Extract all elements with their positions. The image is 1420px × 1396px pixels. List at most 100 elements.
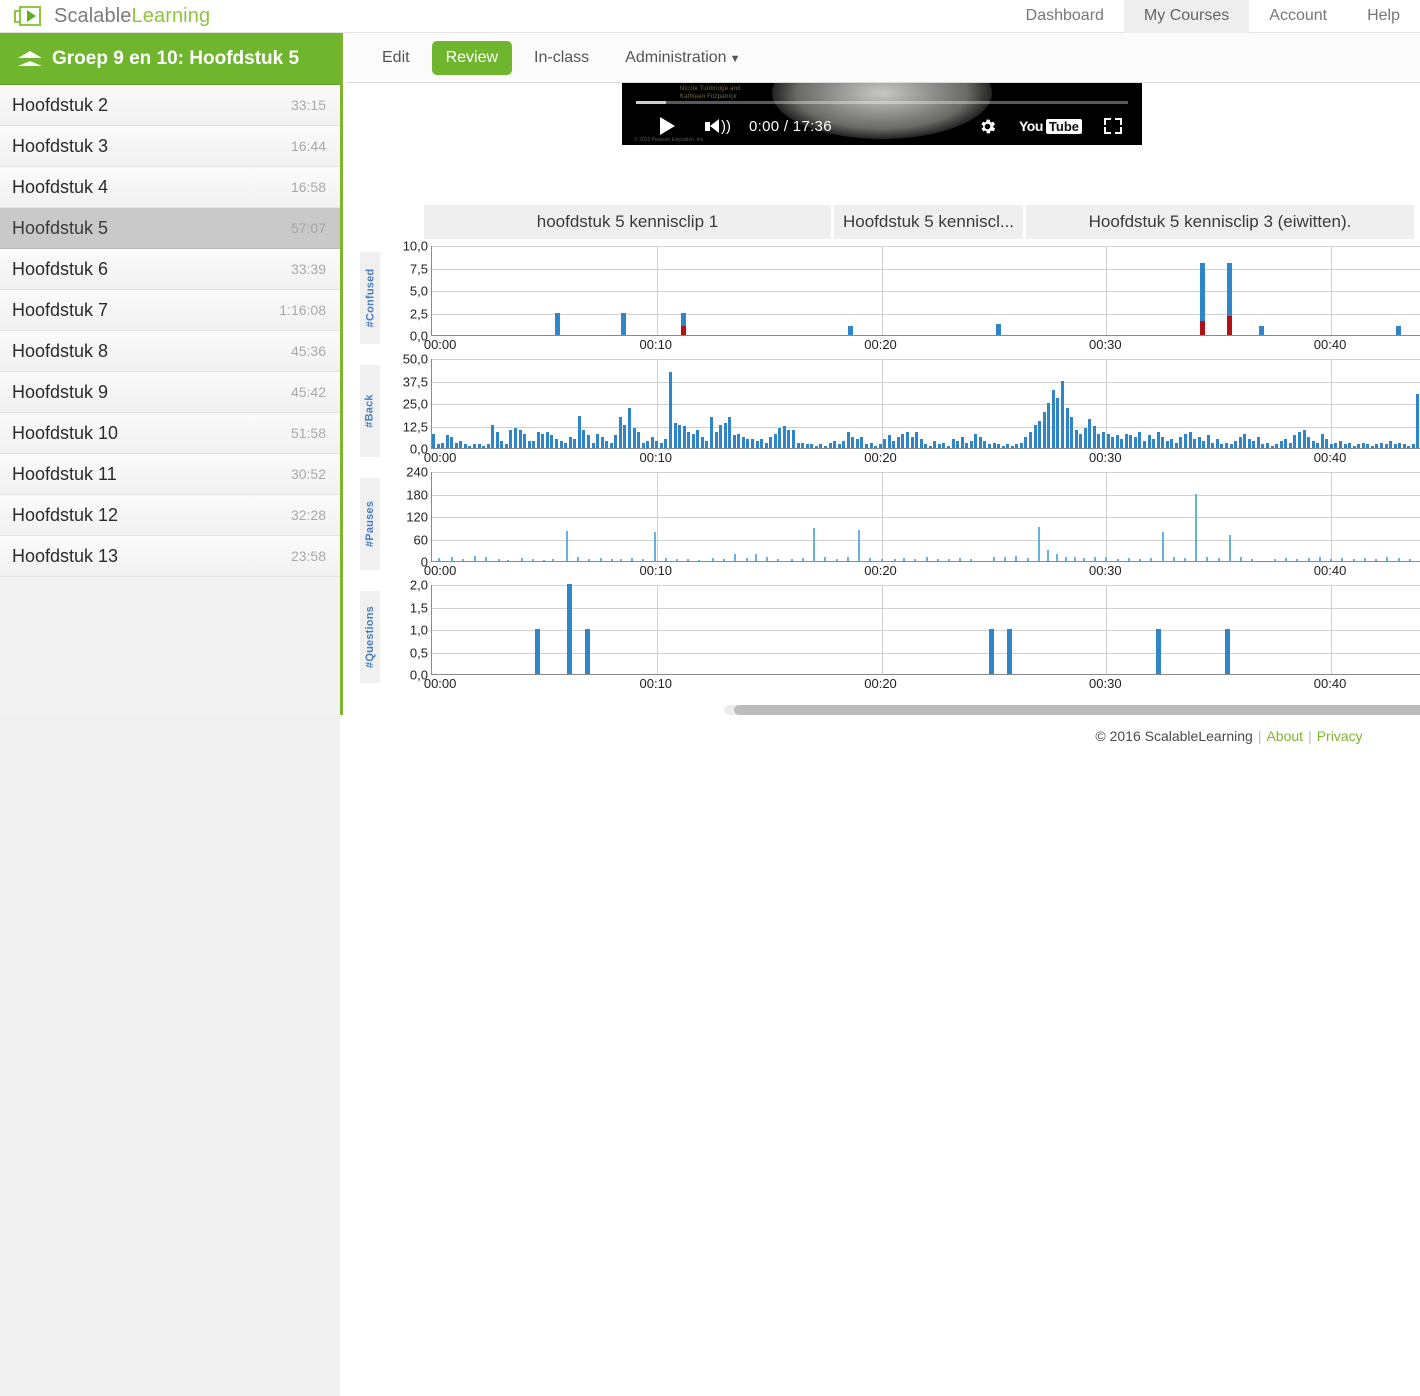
video-credit-text: Nicole Tunbridge and Kathleen Fitzpatric…	[680, 86, 741, 100]
chart-bar	[1150, 558, 1153, 561]
sidebar-item[interactable]: Hoofdstuk 8 45:36	[0, 331, 340, 372]
analytics-charts: #Confused 0,0 2,5 5,0 7,5 10,0 00:00 00:10 00:20…	[360, 239, 1420, 699]
sidebar-item[interactable]: Hoofdstuk 9 45:42	[0, 372, 340, 413]
chart-bar	[573, 439, 577, 448]
horizontal-scrollbar-track[interactable]	[724, 705, 1420, 715]
chart-bar	[1010, 446, 1014, 448]
chart-bar	[792, 430, 796, 448]
chart-x-tick-label: 00:00	[423, 337, 457, 352]
chart-x-tick-label: 00:10	[639, 563, 673, 578]
chart-y-tick-label: 1,0	[409, 622, 428, 638]
nav-item-account[interactable]: Account	[1249, 0, 1347, 33]
chart-bar	[500, 440, 504, 448]
chart-bar	[855, 439, 859, 448]
clip-tab-2[interactable]: Hoofdstuk 5 kenniscl...	[834, 205, 1026, 239]
chart-bar	[936, 559, 939, 561]
sidebar-item[interactable]: Hoofdstuk 11 30:52	[0, 454, 340, 495]
chart-bar	[1238, 437, 1242, 448]
chart-bar	[1147, 435, 1151, 448]
chart-bar	[618, 417, 622, 448]
tab-review[interactable]: Review	[431, 40, 513, 75]
sidebar-item[interactable]: Hoofdstuk 7 1:16:08	[0, 290, 340, 331]
tab-administration[interactable]: Administration	[611, 41, 754, 75]
play-icon[interactable]	[660, 117, 675, 135]
chart-bar	[1297, 431, 1301, 448]
chart-bar	[905, 431, 909, 448]
nav-item-help[interactable]: Help	[1347, 0, 1420, 33]
chart-x-tick-label: 00:20	[864, 563, 897, 578]
chart-bar	[1046, 549, 1049, 561]
brand-logo[interactable]: ScalableLearning	[14, 5, 210, 28]
sidebar-item[interactable]: Hoofdstuk 4 16:58	[0, 167, 340, 208]
chart-bar	[451, 556, 454, 561]
chart-bar	[577, 415, 581, 448]
tab-edit[interactable]: Edit	[368, 41, 424, 75]
chart-bar	[596, 433, 600, 448]
nav-item-dashboard[interactable]: Dashboard	[1006, 0, 1124, 33]
chart-bar	[790, 559, 793, 561]
sidebar-item[interactable]: Hoofdstuk 10 51:58	[0, 413, 340, 454]
chart-bar	[641, 442, 645, 448]
chart-y-axis-label-text: #Back	[364, 394, 377, 428]
sidebar-item[interactable]: Hoofdstuk 2 33:15	[0, 85, 340, 126]
chart-bar	[995, 324, 1001, 335]
sidebar-header[interactable]: Groep 9 en 10: Hoofdstuk 5	[0, 33, 340, 85]
chart-bar	[1174, 442, 1178, 448]
clip-tab-bar: hoofdstuk 5 kennisclip 1 Hoofdstuk 5 ken…	[424, 205, 1420, 239]
sidebar-header-title: Groep 9 en 10: Hoofdstuk 5	[52, 47, 300, 69]
sidebar-item[interactable]: Hoofdstuk 5 57:07	[0, 208, 340, 249]
video-progress-bar[interactable]	[636, 101, 1128, 104]
chart-bar	[463, 444, 467, 448]
chart-bars	[432, 584, 1420, 674]
fullscreen-icon[interactable]	[1104, 118, 1122, 134]
gear-icon[interactable]	[978, 117, 997, 136]
chart-bar	[536, 431, 540, 448]
chart-bar	[1357, 444, 1361, 448]
chart-bar	[1416, 394, 1420, 448]
footer-about-link[interactable]: About	[1266, 728, 1303, 744]
volume-icon[interactable]: ))	[705, 119, 731, 134]
footer-privacy-link[interactable]: Privacy	[1317, 728, 1363, 744]
youtube-logo-icon[interactable]: You Tube	[1019, 118, 1082, 134]
chart-bar	[924, 444, 928, 448]
chart-plot-area	[431, 584, 1420, 675]
clip-tab-1[interactable]: hoofdstuk 5 kennisclip 1	[424, 205, 834, 239]
sidebar-item[interactable]: Hoofdstuk 12 32:28	[0, 495, 340, 536]
chart-bar	[473, 444, 477, 448]
chart-x-tick-label: 00:20	[864, 676, 897, 691]
chart-bar	[495, 431, 499, 448]
chart-bar	[860, 437, 864, 448]
chart-bar	[681, 326, 687, 335]
chart-bar	[1111, 437, 1115, 448]
chart-bar	[543, 559, 546, 561]
chart-bar	[1073, 557, 1076, 561]
chart-bar	[1051, 390, 1055, 448]
sidebar-item[interactable]: Hoofdstuk 13 23:58	[0, 536, 340, 577]
chart-y-ticks: 0,0 2,5 5,0 7,5 10,0	[382, 239, 430, 359]
footer-separator-1: |	[1257, 727, 1262, 744]
chart-bar	[1261, 444, 1265, 448]
horizontal-scrollbar-thumb[interactable]	[734, 705, 1420, 715]
tab-in-class[interactable]: In-class	[520, 41, 603, 75]
chart-bar	[942, 442, 946, 448]
chart-bar	[1094, 556, 1097, 561]
chart-bar	[754, 553, 757, 561]
chart-bar	[828, 442, 832, 448]
chart-bar	[564, 442, 568, 448]
chart-bar	[1375, 558, 1378, 561]
chart-bar	[1019, 442, 1023, 448]
chart-bar	[1366, 444, 1370, 448]
chart-bar	[805, 444, 809, 448]
chart-bar	[1256, 437, 1260, 448]
nav-item-my-courses[interactable]: My Courses	[1123, 0, 1250, 33]
sidebar-item[interactable]: Hoofdstuk 6 33:39	[0, 249, 340, 290]
chart-bar	[745, 558, 748, 561]
chart-bar	[824, 556, 827, 561]
chart-bar	[1293, 435, 1297, 448]
chart-bar	[614, 435, 618, 448]
video-player[interactable]: Nicole Tunbridge and Kathleen Fitzpatric…	[622, 83, 1142, 145]
sidebar-item[interactable]: Hoofdstuk 3 16:44	[0, 126, 340, 167]
chart-bar	[1004, 557, 1007, 561]
clip-tab-3[interactable]: Hoofdstuk 5 kennisclip 3 (eiwitten).	[1026, 205, 1414, 239]
chart-bar	[518, 430, 522, 448]
